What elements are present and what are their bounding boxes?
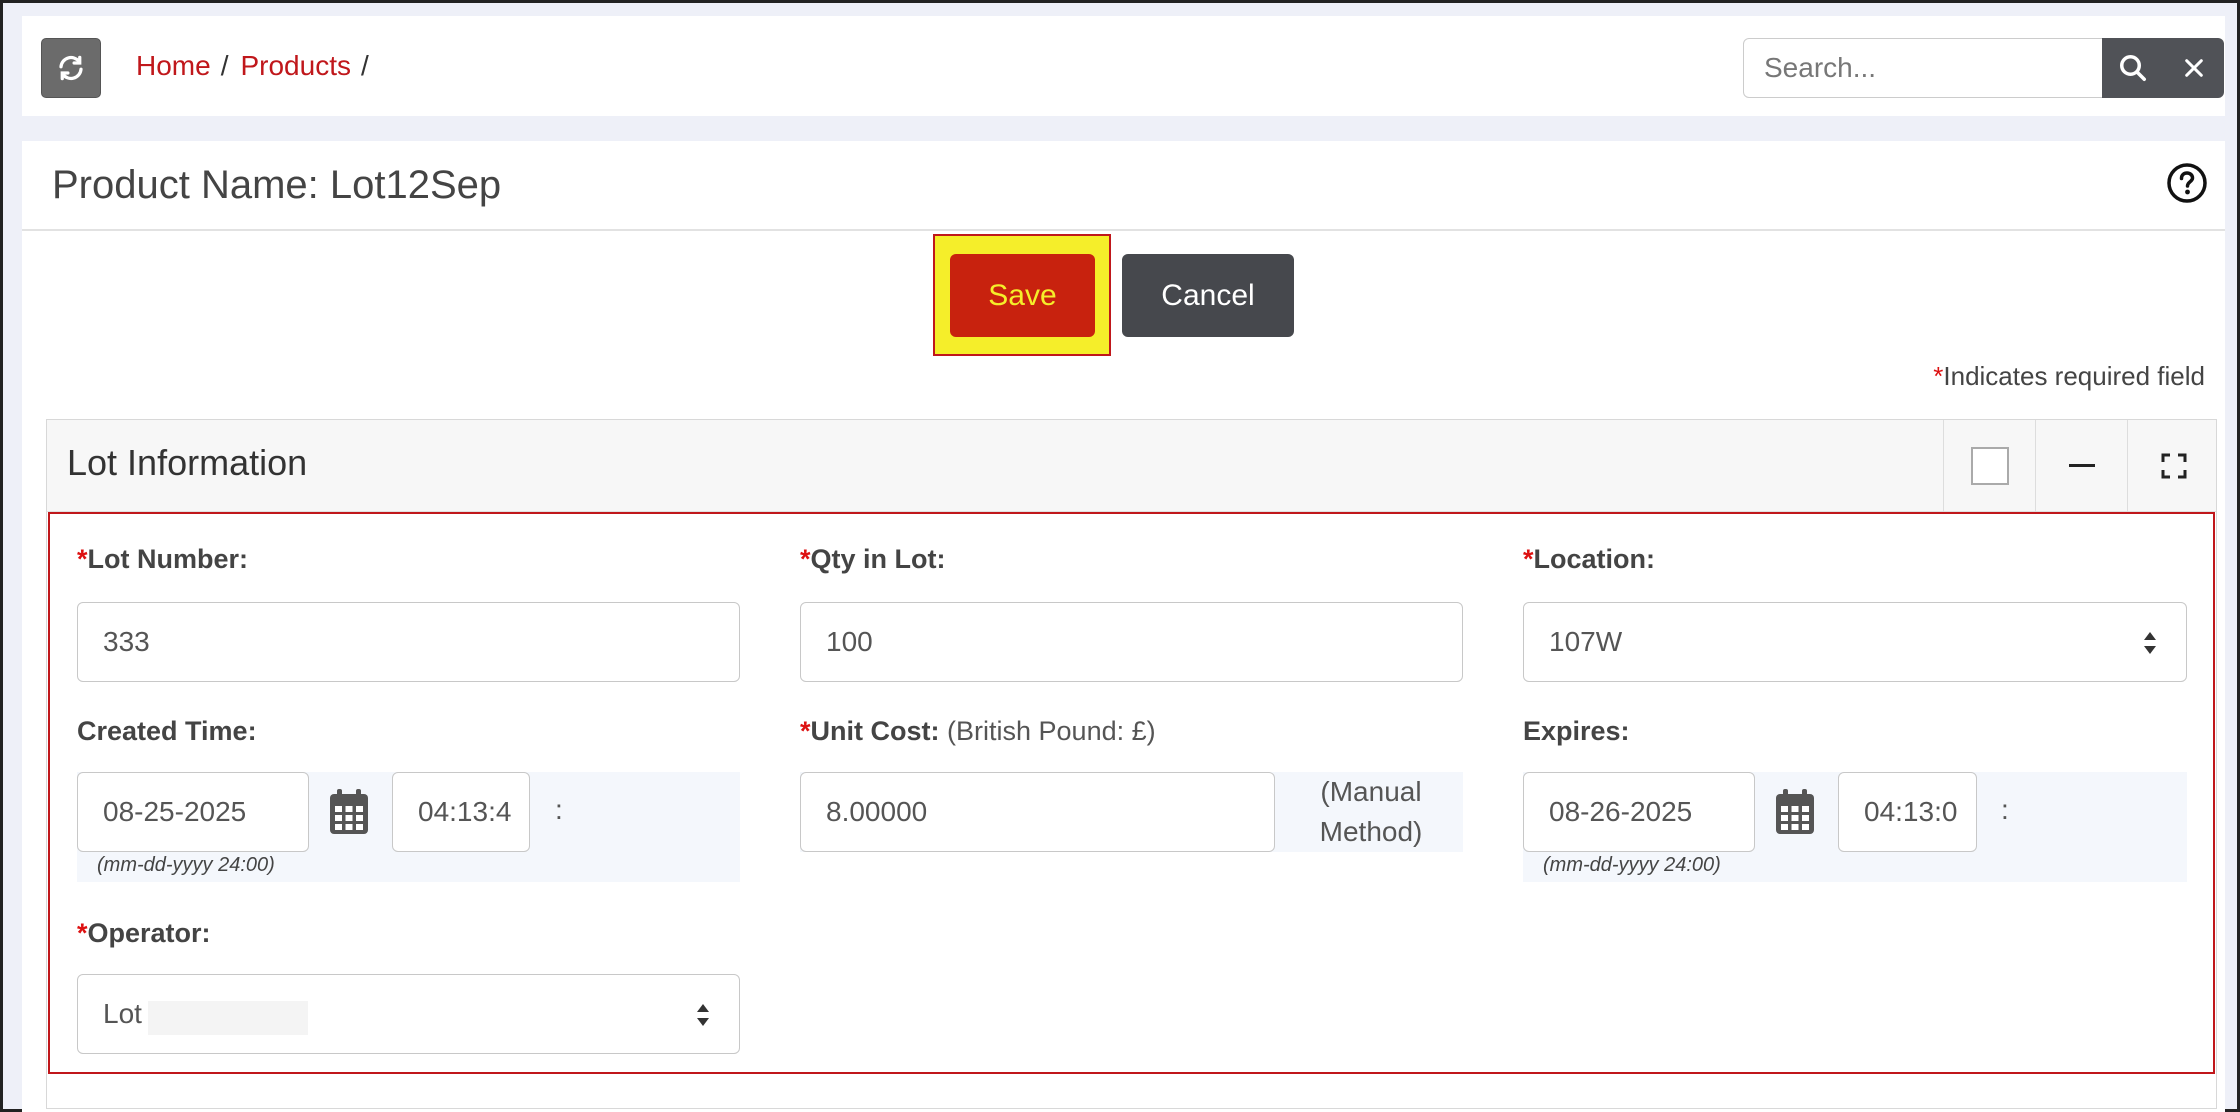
help-icon[interactable] [2165, 161, 2209, 205]
expires-time-field[interactable]: 04:13:0 [1838, 772, 1977, 852]
close-icon [2185, 59, 2203, 77]
required-field-note: *Indicates required field [1933, 361, 2205, 392]
operator-value: Lot [103, 998, 142, 1029]
app-frame: Home / Products / Product Name: Lot12Sep… [0, 0, 2240, 1112]
qty-in-lot-field[interactable]: 100 [800, 602, 1463, 682]
breadcrumb-home-link[interactable]: Home [136, 50, 211, 82]
location-value: 107W [1549, 626, 1623, 657]
breadcrumb-separator: / [220, 50, 229, 81]
section-header: Lot Information [47, 420, 2216, 512]
redacted-name [148, 1001, 308, 1035]
search-input[interactable] [1743, 38, 2123, 98]
required-star: * [1933, 361, 1944, 391]
page-title: Product Name: Lot12Sep [52, 163, 502, 207]
section-select-cell [1943, 420, 2035, 512]
save-button[interactable]: Save [950, 254, 1095, 337]
expand-button[interactable] [2127, 420, 2219, 512]
section-checkbox[interactable] [1970, 447, 2009, 485]
unit-cost-field[interactable]: 8.00000 [800, 772, 1275, 852]
location-select[interactable]: 107W [1523, 602, 2187, 682]
created-time-field[interactable]: 04:13:4 [392, 772, 530, 852]
lot-information-section: Lot Information *Lot Number: 333 *Qty in… [46, 419, 2217, 1109]
search-button[interactable] [2102, 38, 2164, 98]
created-time-hint: (mm-dd-yyyy 24:00) [97, 854, 275, 876]
refresh-icon [59, 55, 83, 81]
unit-cost-label: *Unit Cost: (British Pound: £) [800, 716, 1156, 746]
unit-cost-group: 8.00000 (Manual Method) [800, 772, 1463, 852]
created-date-field[interactable]: 08-25-2025 [77, 772, 309, 852]
minus-icon [2068, 464, 2095, 467]
required-note-text: Indicates required field [1943, 361, 2205, 391]
select-arrows-icon [697, 1004, 709, 1026]
search-icon [2120, 55, 2146, 81]
location-label: *Location: [1523, 544, 1656, 574]
expires-hint: (mm-dd-yyyy 24:00) [1543, 854, 1721, 876]
operator-select[interactable]: Lot [77, 974, 740, 1054]
manual-method-note: (Manual Method) [1319, 776, 1423, 847]
section-title: Lot Information [67, 442, 308, 483]
title-divider [22, 229, 2225, 231]
breadcrumb: Home / Products / [136, 50, 381, 82]
time-colon: : [2001, 794, 2009, 825]
qty-in-lot-label: *Qty in Lot: [800, 544, 946, 574]
expires-group: 08-26-2025 04:13:0 : (mm-dd-yyyy 24:00) [1523, 772, 2187, 882]
clear-search-button[interactable] [2164, 38, 2224, 98]
main-panel: Product Name: Lot12Sep Save Cancel *Indi… [22, 141, 2225, 1112]
select-arrows-icon [2144, 632, 2156, 654]
expires-label: Expires: [1523, 716, 1630, 746]
collapse-button[interactable] [2035, 420, 2127, 512]
cancel-button[interactable]: Cancel [1122, 254, 1294, 337]
lot-number-label: *Lot Number: [77, 544, 248, 574]
breadcrumb-products-link[interactable]: Products [240, 50, 351, 82]
calendar-icon[interactable] [328, 788, 370, 836]
breadcrumb-separator: / [360, 50, 369, 81]
expires-date-field[interactable]: 08-26-2025 [1523, 772, 1755, 852]
calendar-icon[interactable] [1774, 788, 1816, 836]
time-colon: : [555, 794, 563, 825]
created-time-label: Created Time: [77, 716, 257, 746]
created-time-group: 08-25-2025 04:13:4 : (mm-dd-yyyy 24:00) [77, 772, 740, 882]
lot-number-field[interactable]: 333 [77, 602, 740, 682]
operator-label: *Operator: [77, 918, 211, 948]
top-nav-bar: Home / Products / [22, 16, 2225, 116]
refresh-button[interactable] [41, 38, 101, 98]
expand-icon [2161, 453, 2186, 479]
lot-form: *Lot Number: 333 *Qty in Lot: 100 *Locat… [48, 512, 2215, 1074]
